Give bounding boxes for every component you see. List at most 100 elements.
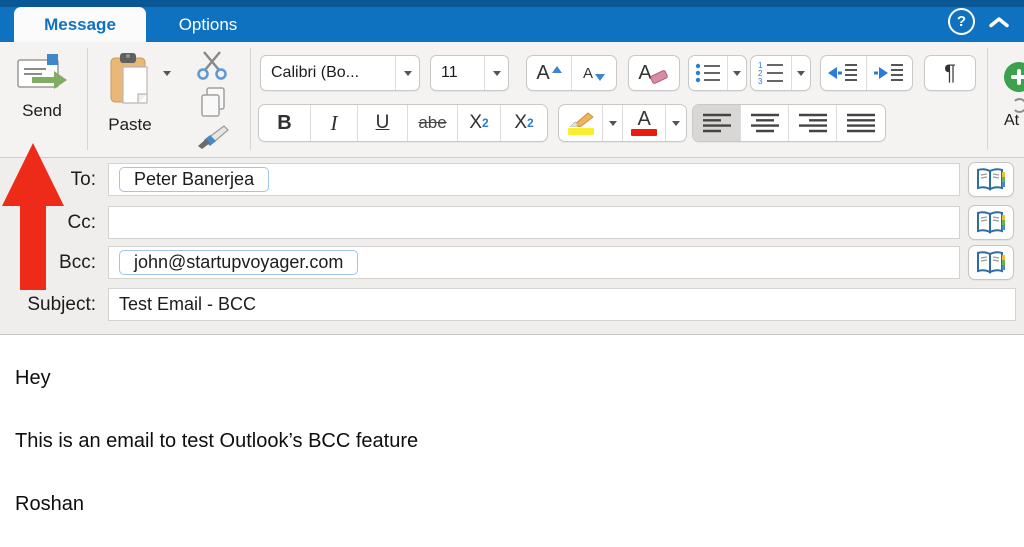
dropdown-caret-icon — [797, 71, 805, 76]
numbering-dropdown[interactable] — [792, 56, 810, 90]
font-size-select[interactable]: 11 — [430, 55, 509, 91]
italic-label: I — [331, 111, 338, 136]
copy-pages-icon — [198, 86, 228, 118]
align-left-button[interactable] — [693, 105, 741, 141]
collapse-ribbon-button[interactable] — [988, 15, 1010, 33]
font-size-value: 11 — [431, 64, 484, 82]
format-painter-brush-icon — [194, 122, 230, 150]
dropdown-caret-icon — [493, 71, 501, 76]
highlight-button[interactable] — [559, 105, 603, 141]
scissors-icon — [194, 50, 230, 80]
underline-button[interactable]: U — [358, 105, 408, 141]
clear-formatting-button[interactable]: A — [628, 55, 680, 91]
ribbon-tab-bar: Message Options ? — [0, 0, 1024, 42]
bulleted-list-icon — [695, 62, 721, 84]
to-recipient-chip[interactable]: Peter Banerjea — [119, 167, 269, 192]
outlook-compose-window: Message Options ? Send — [0, 0, 1024, 547]
copy-button[interactable] — [198, 86, 228, 123]
paste-button-label: Paste — [100, 115, 160, 135]
increase-indent-icon — [874, 62, 904, 84]
cc-address-book-button[interactable] — [968, 205, 1014, 240]
justify-button[interactable] — [837, 105, 885, 141]
font-format-group: B I U abe X2 X2 — [258, 104, 548, 142]
justify-icon — [847, 113, 875, 133]
red-arrow-annotation — [0, 140, 70, 292]
font-scale-group: A A — [526, 55, 617, 91]
align-right-button[interactable] — [789, 105, 837, 141]
message-body-editor[interactable]: Hey This is an email to test Outlook’s B… — [0, 336, 1024, 547]
ribbon-separator — [987, 48, 988, 150]
highlight-dropdown[interactable] — [603, 105, 623, 141]
ribbon: Send Paste — [0, 42, 1024, 158]
bcc-recipient-chip[interactable]: john@startupvoyager.com — [119, 250, 358, 275]
font-color-label: A — [637, 110, 650, 128]
align-center-button[interactable] — [741, 105, 789, 141]
alignment-group — [692, 104, 886, 142]
chevron-up-icon — [988, 16, 1010, 28]
send-envelope-icon — [16, 52, 68, 94]
indent-group — [820, 55, 913, 91]
shrink-font-label: A — [583, 65, 593, 82]
to-address-book-button[interactable] — [968, 162, 1014, 197]
tab-message-label: Message — [44, 15, 116, 35]
align-right-icon — [799, 113, 827, 133]
subscript-button[interactable]: X2 — [458, 105, 501, 141]
ribbon-separator — [87, 48, 88, 150]
font-name-dropdown[interactable] — [395, 56, 419, 90]
italic-button[interactable]: I — [311, 105, 358, 141]
subject-value: Test Email - BCC — [119, 294, 256, 314]
grow-font-label: A — [536, 62, 549, 85]
paragraph-marks-button[interactable]: ¶ — [924, 55, 976, 91]
decrease-indent-button[interactable] — [821, 56, 867, 90]
font-color-dropdown[interactable] — [666, 105, 686, 141]
address-fields-panel: To: Peter Banerjea Cc: — [0, 158, 1024, 335]
clipboard-paste-icon — [105, 52, 155, 108]
strikethrough-button[interactable]: abe — [408, 105, 458, 141]
font-color-button[interactable]: A — [623, 105, 666, 141]
subscript-number: 2 — [482, 116, 489, 130]
font-size-dropdown[interactable] — [484, 56, 508, 90]
subject-label: Subject: — [0, 288, 96, 321]
send-button-label: Send — [10, 101, 74, 121]
color-group: A — [558, 104, 687, 142]
bullets-dropdown[interactable] — [728, 56, 746, 90]
address-book-icon — [976, 211, 1006, 235]
address-book-icon — [976, 251, 1006, 275]
body-line: Hey — [15, 367, 51, 390]
cut-button[interactable] — [194, 50, 230, 85]
decrease-indent-icon — [828, 62, 858, 84]
bullets-group — [688, 55, 747, 91]
numbering-group: 1 2 3 — [750, 55, 811, 91]
send-button[interactable]: Send — [10, 52, 74, 121]
cc-input[interactable] — [108, 206, 960, 239]
shrink-font-button[interactable]: A — [572, 56, 616, 90]
increase-indent-button[interactable] — [867, 56, 913, 90]
bold-button[interactable]: B — [259, 105, 311, 141]
numbering-button[interactable]: 1 2 3 — [751, 56, 792, 90]
paste-dropdown-button[interactable] — [163, 76, 171, 94]
format-painter-button[interactable] — [194, 122, 230, 155]
tab-options-label: Options — [179, 15, 238, 35]
subject-input[interactable]: Test Email - BCC — [108, 288, 1016, 321]
tab-message[interactable]: Message — [14, 7, 146, 42]
paste-button[interactable]: Paste — [100, 52, 160, 135]
strikethrough-label: abe — [418, 113, 446, 133]
dropdown-caret-icon — [672, 121, 680, 126]
eraser-icon — [650, 67, 670, 85]
subscript-label: X — [469, 112, 482, 134]
align-center-icon — [751, 113, 779, 133]
bcc-input[interactable]: john@startupvoyager.com — [108, 246, 960, 279]
to-input[interactable]: Peter Banerjea — [108, 163, 960, 196]
font-name-select[interactable]: Calibri (Bo... — [260, 55, 420, 91]
grow-font-button[interactable]: A — [527, 56, 572, 90]
pilcrow-icon: ¶ — [944, 60, 956, 86]
superscript-button[interactable]: X2 — [501, 105, 547, 141]
help-icon: ? — [957, 13, 966, 30]
help-button[interactable]: ? — [948, 8, 975, 35]
attach-plus-icon[interactable] — [1004, 62, 1024, 92]
bullets-button[interactable] — [689, 56, 728, 90]
tab-options[interactable]: Options — [158, 7, 258, 42]
bcc-address-book-button[interactable] — [968, 245, 1014, 280]
dropdown-caret-icon — [404, 71, 412, 76]
triangle-up-icon — [552, 66, 562, 73]
